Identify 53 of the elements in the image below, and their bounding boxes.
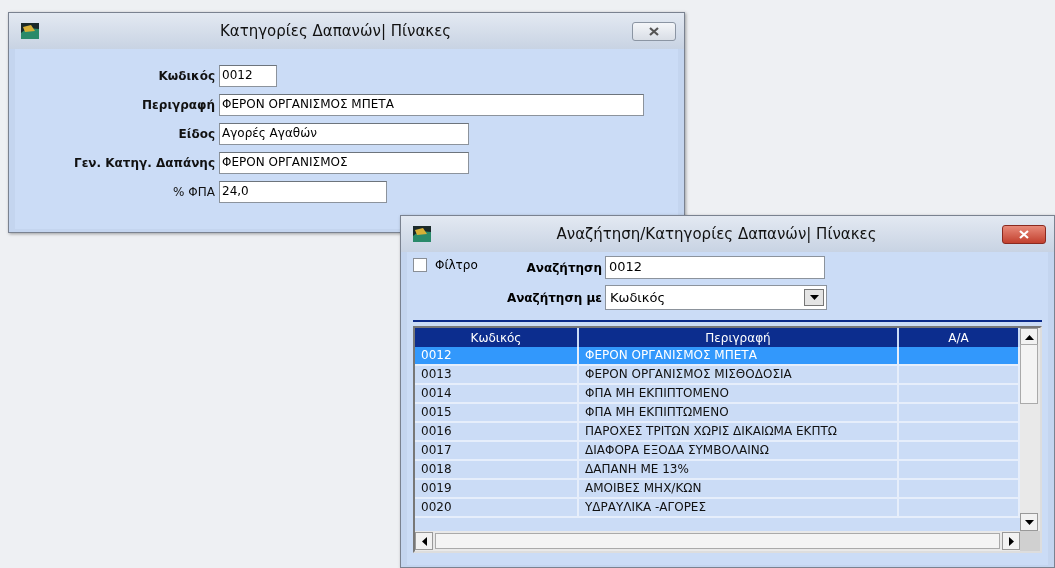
table-cell[interactable]: ΦΕΡΟΝ ΟΡΓΑΝΙΣΜΟΣ ΜΙΣΘΟΔΟΣΙΑ: [578, 365, 898, 384]
table-cell[interactable]: ΦΠΑ ΜΗ ΕΚΠΙΠΤΩΜΕΝΟ: [578, 403, 898, 422]
up-arrow-icon: [1024, 334, 1034, 340]
app-icon: [21, 23, 39, 39]
filter-checkbox[interactable]: [413, 258, 427, 272]
search-by-dropdown[interactable]: Κωδικός: [605, 285, 827, 310]
text-field[interactable]: Αγορές Αγαθών: [219, 123, 469, 145]
table-cell[interactable]: 0013: [415, 365, 578, 384]
table-cell[interactable]: ΥΔΡΑΥΛΙΚΑ -ΑΓΟΡΕΣ: [578, 498, 898, 517]
close-icon: [648, 26, 660, 36]
table-cell[interactable]: ΠΑΡΟΧΕΣ ΤΡΙΤΩΝ ΧΩΡΙΣ ΔΙΚΑΙΩΜΑ ΕΚΠΤΩ: [578, 422, 898, 441]
table-cell[interactable]: 0016: [415, 422, 578, 441]
left-arrow-icon: [421, 536, 427, 546]
field-label: Γεν. Κατηγ. Δαπάνης: [73, 156, 215, 170]
column-header[interactable]: Κωδικός: [415, 328, 578, 347]
window-title: Κατηγορίες Δαπανών| Πίνακες: [218, 22, 453, 40]
table-cell[interactable]: ΑΜΟΙΒΕΣ ΜΗΧ/ΚΩΝ: [578, 479, 898, 498]
table-cell[interactable]: ΦΠΑ ΜΗ ΕΚΠΙΠΤΟΜΕΝΟ: [578, 384, 898, 403]
down-arrow-icon: [1024, 519, 1034, 525]
close-icon: [1018, 229, 1030, 239]
checkbox-label: Φίλτρο: [435, 258, 478, 272]
field-label: Είδος: [177, 127, 215, 141]
field-label: Κωδικός: [157, 69, 215, 83]
scrollbar-corner: [1020, 531, 1040, 551]
column-header[interactable]: Περιγραφή: [578, 328, 898, 347]
table-cell[interactable]: 0019: [415, 479, 578, 498]
field-label: Αναζήτηση: [525, 260, 603, 275]
table-cell[interactable]: ΔΑΠΑΝΗ ΜΕ 13%: [578, 460, 898, 479]
text-field[interactable]: ΦΕΡΟΝ ΟΡΓΑΝΙΣΜΟΣ: [219, 152, 469, 174]
app-icon: [413, 226, 431, 242]
field-label: Περιγραφή: [141, 98, 215, 112]
table-cell[interactable]: ΔΙΑΦΟΡΑ ΕΞΟΔΑ ΣΥΜΒΟΛΑΙΝΩ: [578, 441, 898, 460]
table-cell[interactable]: 0014: [415, 384, 578, 403]
scroll-thumb[interactable]: [1020, 344, 1038, 404]
right-arrow-icon: [1008, 536, 1014, 546]
window-title: Αναζήτηση/Κατηγορίες Δαπανών| Πίνακες: [555, 225, 878, 243]
horizontal-scrollbar[interactable]: [415, 531, 1020, 551]
column-header[interactable]: Α/Α: [898, 328, 1019, 347]
text-field[interactable]: ΦΕΡΟΝ ΟΡΓΑΝΙΣΜΟΣ ΜΠΕΤΑ: [219, 94, 644, 116]
text-field[interactable]: 0012: [219, 65, 277, 87]
text-field[interactable]: 24,0: [219, 181, 387, 203]
close-button[interactable]: [1002, 224, 1046, 244]
dropdown-arrow-icon: [809, 295, 819, 300]
vertical-scrollbar[interactable]: [1020, 328, 1040, 531]
search-field[interactable]: 0012: [605, 256, 825, 279]
close-button[interactable]: [632, 21, 676, 41]
field-label: % ΦΠΑ: [172, 185, 215, 199]
field-label: Αναζήτηση με: [505, 290, 603, 305]
table-cell[interactable]: 0018: [415, 460, 578, 479]
table-cell[interactable]: 0020: [415, 498, 578, 517]
scroll-thumb[interactable]: [435, 533, 1000, 549]
table-cell[interactable]: 0017: [415, 441, 578, 460]
table-cell[interactable]: 0015: [415, 403, 578, 422]
